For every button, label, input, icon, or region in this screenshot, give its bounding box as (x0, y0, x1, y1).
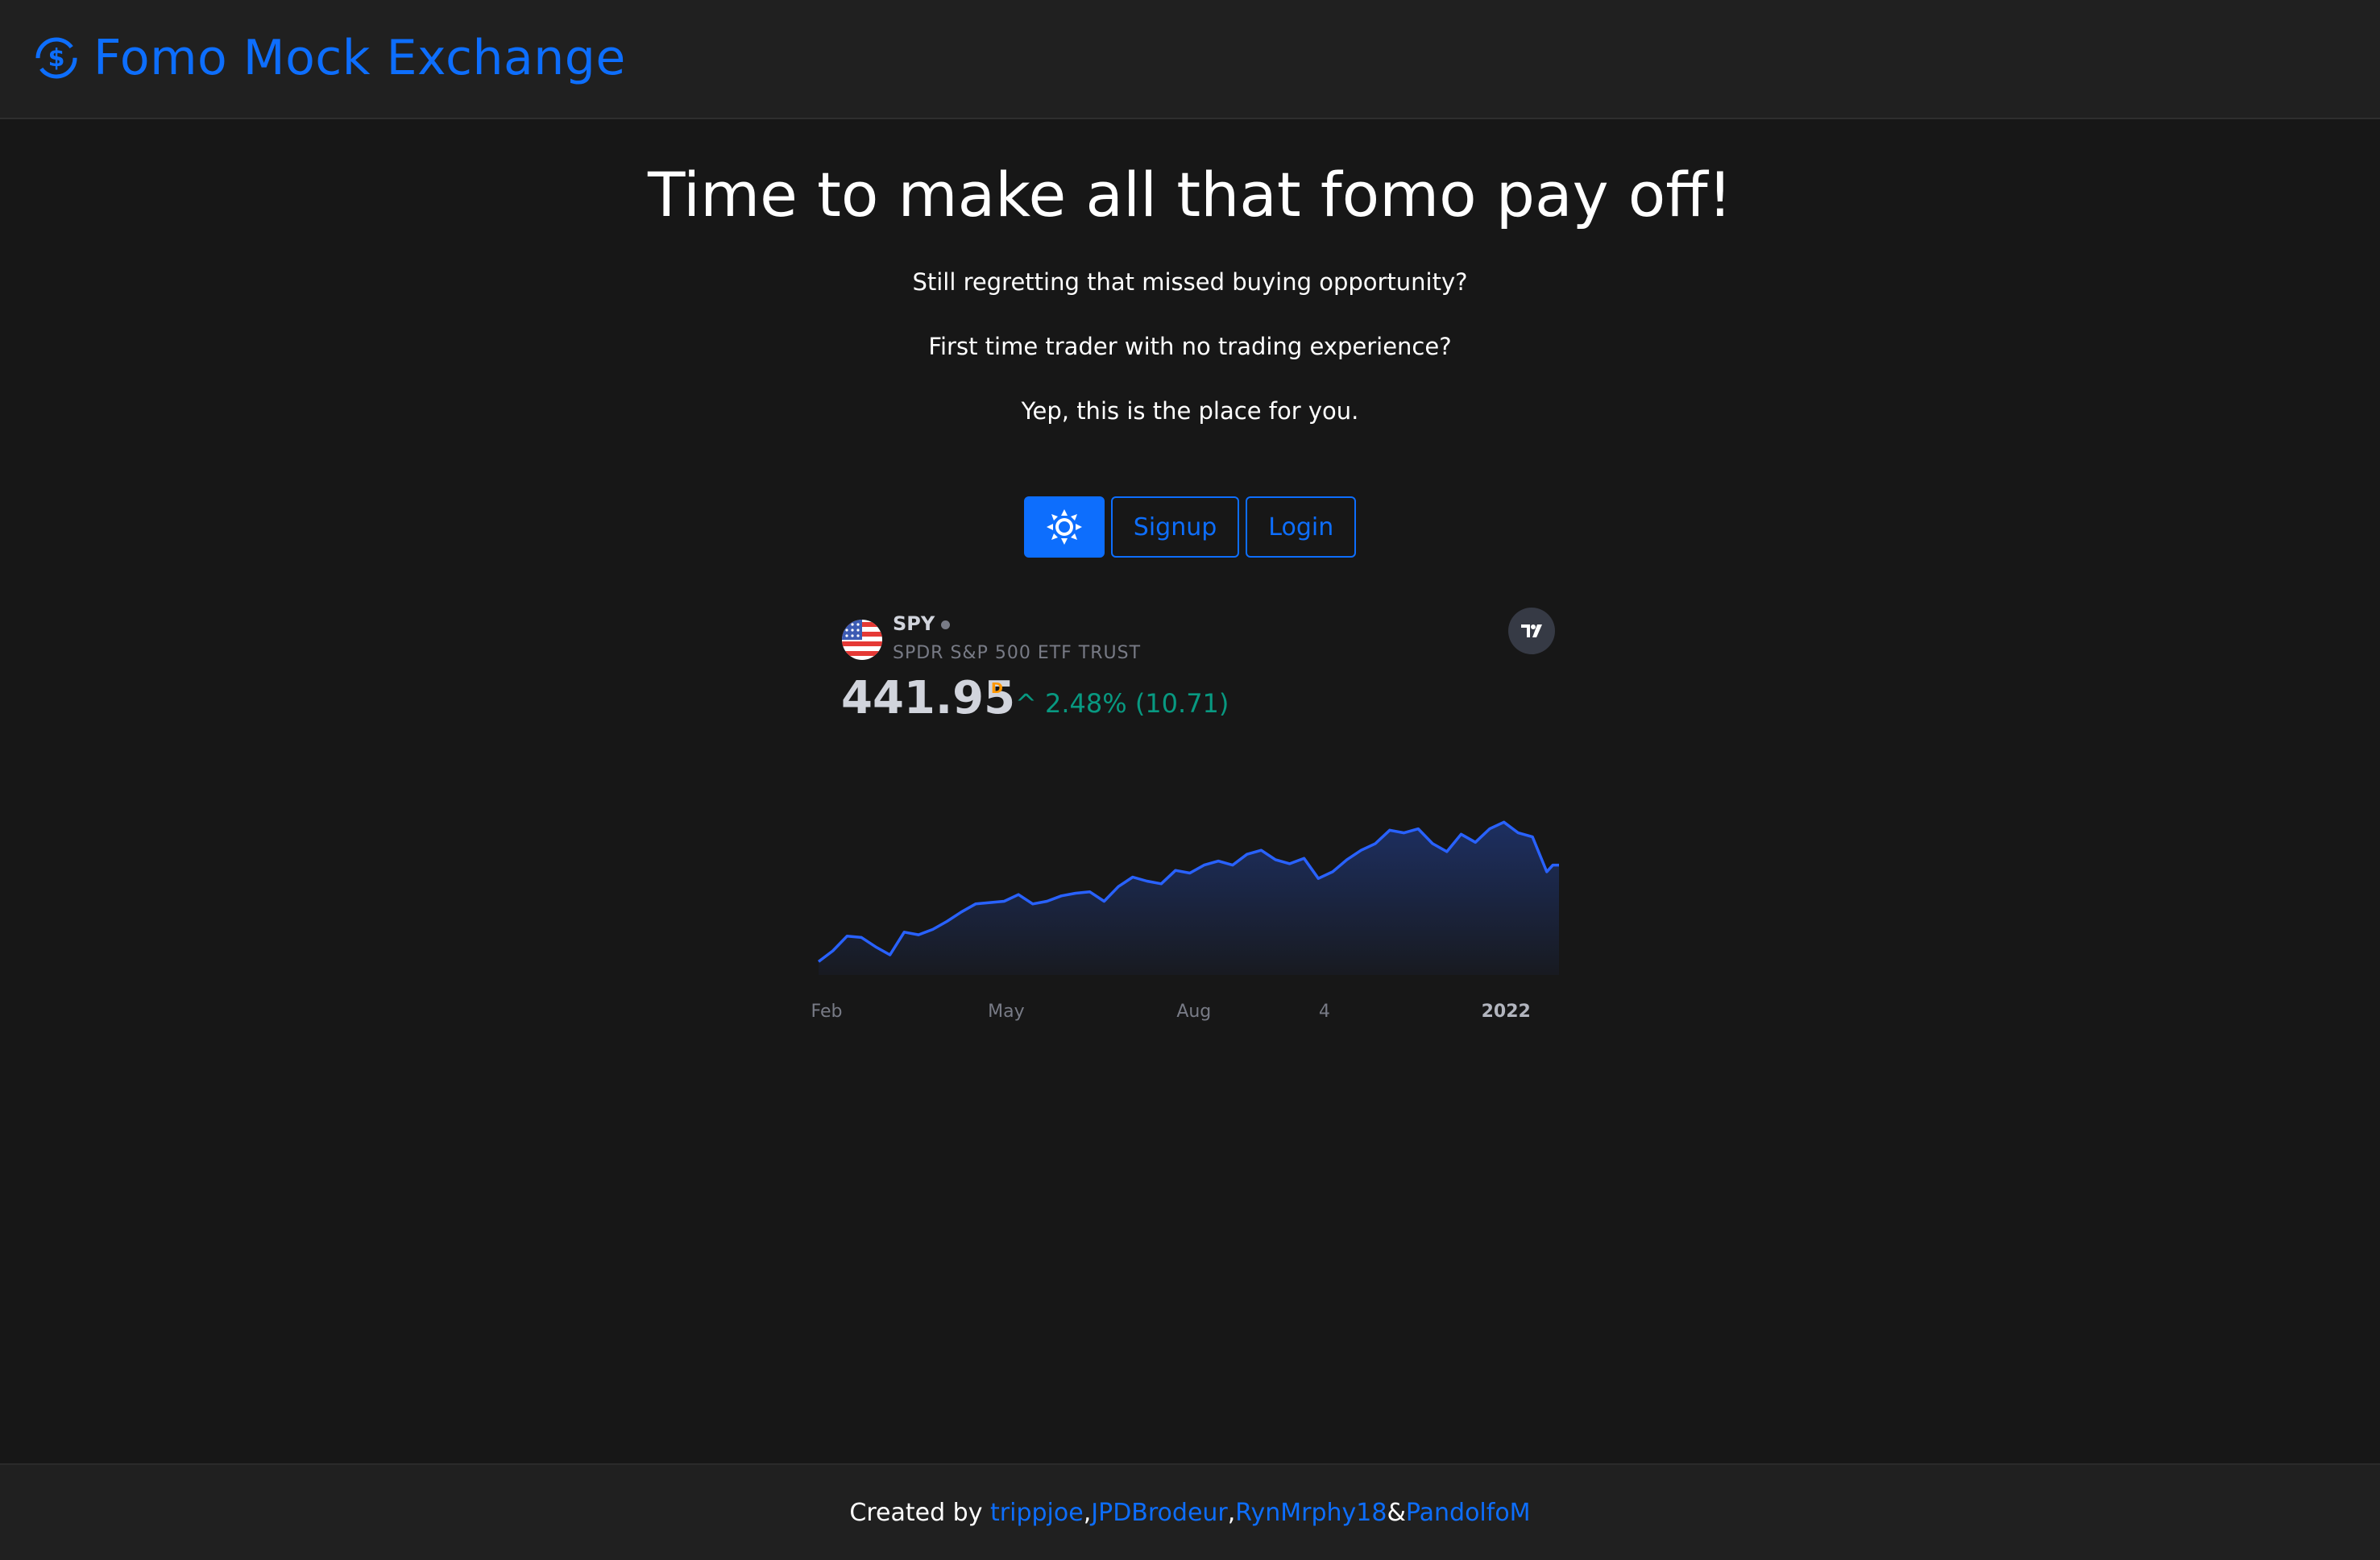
hero-line-2: First time trader with no trading experi… (928, 333, 1452, 360)
hero-line-1: Still regretting that missed buying oppo… (912, 268, 1468, 296)
theme-toggle-button[interactable] (1023, 496, 1105, 558)
author-link-pandolfom[interactable]: PandolfoM (1406, 1499, 1531, 1527)
brand-title: Fomo Mock Exchange (93, 30, 626, 86)
sun-icon (1046, 509, 1082, 545)
footer: Created by trippjoe, JPDBrodeur, RynMrph… (0, 1463, 2380, 1560)
svg-text:$: $ (48, 44, 65, 73)
price-area-fill (819, 822, 1559, 975)
ticker-widget[interactable]: SPY SPDR S&P 500 ETF TRUST 441.95 D ^ 2.… (812, 596, 1561, 1031)
brand-link[interactable]: $ Fomo Mock Exchange (34, 27, 626, 89)
footer-prefix: Created by (849, 1498, 983, 1527)
dollar-cycle-icon: $ (35, 37, 77, 79)
navbar: $ Fomo Mock Exchange (0, 0, 2380, 119)
x-tick-label: May (988, 1002, 1024, 1022)
x-tick-label: Aug (1176, 1002, 1211, 1022)
x-tick-label: 2022 (1482, 1002, 1531, 1022)
price-chart: Feb May Aug 4 2022 (812, 820, 1559, 1022)
author-link-jpdbrodeur[interactable]: JPDBrodeur (1091, 1499, 1228, 1527)
action-buttons: Signup Login (0, 496, 2380, 558)
x-tick-label: 4 (1319, 1002, 1330, 1022)
footer-sep: , (1083, 1498, 1092, 1527)
signup-button[interactable]: Signup (1110, 496, 1240, 558)
hero-line-3: Yep, this is the place for you. (1021, 397, 1359, 425)
x-tick-label: Feb (812, 1002, 842, 1022)
footer-sep: , (1227, 1498, 1236, 1527)
footer-sep: & (1387, 1498, 1406, 1527)
author-link-trippjoe[interactable]: trippjoe (990, 1499, 1084, 1527)
login-button[interactable]: Login (1246, 496, 1357, 558)
page-title: Time to make all that fomo pay off! (647, 159, 1733, 230)
author-link-rynmrphy18[interactable]: RynMrphy18 (1235, 1499, 1387, 1527)
